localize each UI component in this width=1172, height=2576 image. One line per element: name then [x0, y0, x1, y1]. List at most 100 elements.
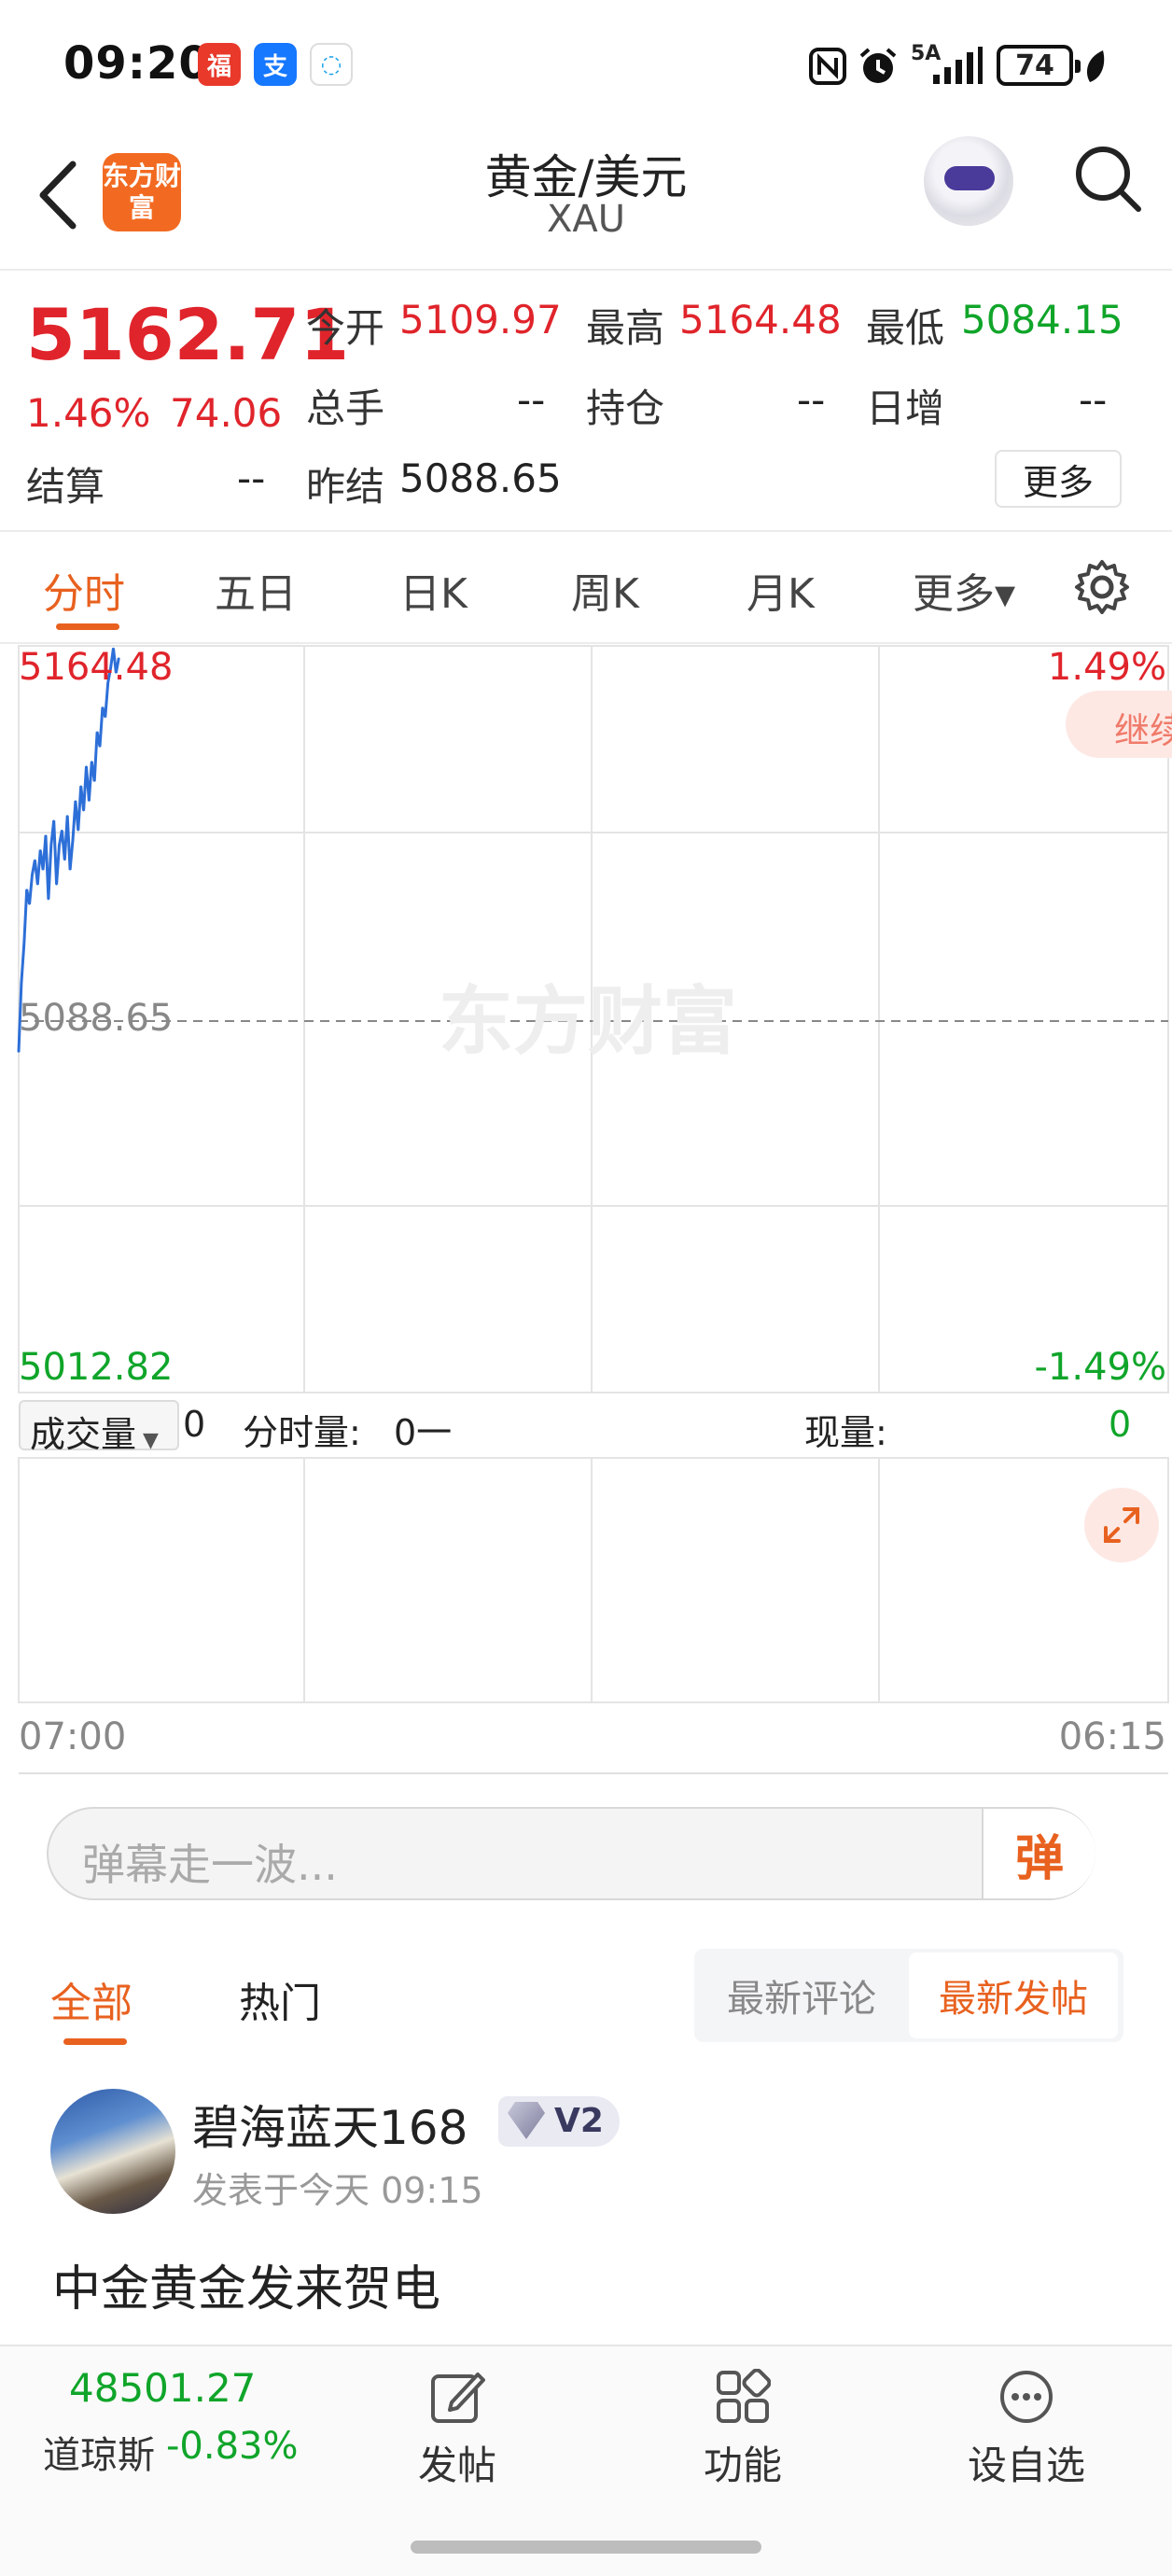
- tick-volume-value: 0一: [394, 1412, 453, 1453]
- home-indicator[interactable]: [411, 2541, 761, 2554]
- post-tab-indicator: [63, 2038, 127, 2045]
- quote-panel: 5162.71 1.46% 74.06 今开 5109.97 最高 5164.4…: [0, 273, 1172, 532]
- chart-settings-gear-icon[interactable]: [1073, 558, 1131, 616]
- tab-daily-k[interactable]: 日K: [399, 560, 467, 620]
- tab-weekly-k[interactable]: 周K: [571, 560, 639, 620]
- price-point: [99, 746, 101, 748]
- high-label: 最高: [586, 305, 665, 351]
- sort-latest-comment[interactable]: 最新评论: [694, 1949, 909, 2042]
- volume-label: 总手: [306, 385, 385, 431]
- post-username[interactable]: 碧海蓝天168: [192, 2091, 467, 2158]
- price-point: [72, 839, 74, 842]
- volume-info-bar: 成交量 ▼ 0 分时量: 0一 现量: 0: [19, 1400, 1166, 1456]
- price-point: [31, 874, 34, 875]
- alarm-icon: [859, 48, 897, 83]
- price-point: [52, 819, 55, 821]
- user-level-badge: V2: [498, 2096, 620, 2147]
- price-point: [28, 903, 31, 905]
- last-price: 5162.71: [26, 293, 350, 376]
- pct-axis-min: -1.49%: [1034, 1346, 1166, 1389]
- price-series-line: [17, 648, 120, 1053]
- tab-five-day[interactable]: 五日: [215, 560, 297, 620]
- daily-increase-label: 日增: [866, 385, 945, 431]
- y-axis-min: 5012.82: [19, 1346, 174, 1389]
- low-label: 最低: [866, 305, 945, 351]
- top-header: 东方财富 黄金/美元 XAU: [0, 131, 1172, 271]
- open-value: 5109.97: [399, 297, 562, 343]
- expand-chart-button[interactable]: [1084, 1488, 1159, 1562]
- current-volume-label: 现量:: [804, 1412, 887, 1453]
- price-point: [45, 834, 47, 836]
- chat-icon: ◌: [310, 43, 353, 86]
- x-axis-end: 06:15: [1058, 1715, 1166, 1758]
- battery-indicator: 74: [997, 45, 1081, 86]
- sort-latest-post[interactable]: 最新发帖: [909, 1953, 1118, 2038]
- danmaku-toggle-button[interactable]: 弹: [982, 1809, 1095, 1898]
- function-button-label: 功能: [703, 2443, 782, 2488]
- tab-monthly-k[interactable]: 月K: [746, 560, 815, 620]
- expand-icon: [1104, 1507, 1139, 1543]
- active-tab-indicator: [56, 623, 119, 630]
- app-notification-icon: 福: [198, 43, 241, 86]
- function-button[interactable]: 功能: [659, 2346, 827, 2505]
- settle-label: 结算: [26, 464, 105, 510]
- user-avatar[interactable]: [50, 2089, 175, 2214]
- price-point: [48, 898, 49, 901]
- price-point: [75, 800, 77, 802]
- post-button[interactable]: 发帖: [373, 2346, 541, 2505]
- leaf-icon: [1086, 50, 1105, 82]
- nfc-icon: [809, 48, 846, 85]
- price-point: [23, 943, 25, 945]
- danmaku-button-label: 弹: [1014, 1830, 1064, 1887]
- search-icon[interactable]: [1073, 144, 1144, 215]
- volume-value: 0: [183, 1404, 206, 1445]
- continue-pill[interactable]: 继续: [1066, 691, 1172, 758]
- y-axis-mid: 5088.65: [19, 997, 174, 1040]
- current-volume-value: 0: [1109, 1404, 1132, 1445]
- price-point: [58, 844, 61, 847]
- price-point: [102, 707, 104, 708]
- intraday-chart[interactable]: 东方财富: [0, 644, 1172, 1783]
- price-point: [79, 785, 82, 787]
- danmaku-placeholder: 弹幕走一波...: [82, 1840, 338, 1890]
- danmaku-input[interactable]: 弹幕走一波... 弹: [47, 1807, 1095, 1900]
- more-quote-button[interactable]: 更多: [995, 450, 1122, 508]
- volume-indicator-select[interactable]: 成交量 ▼: [19, 1400, 179, 1455]
- price-point: [77, 829, 79, 832]
- settle-value: --: [237, 455, 266, 501]
- price-point: [88, 800, 91, 802]
- volume-select-label: 成交量: [30, 1414, 137, 1455]
- add-watchlist-button[interactable]: 设自选: [942, 2346, 1110, 2505]
- tab-hot-posts[interactable]: 热门: [239, 1969, 321, 2029]
- status-bar: 09:20 福 支 ◌ 5A 74: [0, 0, 1172, 131]
- add-watchlist-label: 设自选: [967, 2443, 1085, 2488]
- x-axis-start: 07:00: [19, 1715, 127, 1758]
- signal-icon: [933, 47, 983, 84]
- price-point: [61, 829, 63, 832]
- dow-jones-name: 道琼斯: [43, 2434, 155, 2477]
- tick-volume-label: 分时量:: [243, 1412, 361, 1453]
- tab-intraday[interactable]: 分时: [43, 560, 125, 620]
- price-point: [82, 809, 85, 812]
- price-point: [96, 731, 98, 733]
- status-time: 09:20: [63, 37, 211, 90]
- ai-assistant-avatar[interactable]: [924, 136, 1013, 226]
- sort-segment: 最新评论 最新发帖: [694, 1949, 1123, 2042]
- tab-all-posts[interactable]: 全部: [50, 1969, 133, 2029]
- dow-jones-value: 48501.27: [69, 2365, 257, 2411]
- y-axis-max: 5164.48: [19, 646, 174, 689]
- post-title[interactable]: 中金黄金发来贺电: [52, 2249, 440, 2319]
- prev-settle-value: 5088.65: [399, 455, 562, 501]
- price-point: [50, 844, 52, 847]
- more-dots-icon: [1000, 2371, 1053, 2423]
- post-time: 发表于今天 09:15: [192, 2170, 483, 2211]
- dow-jones-ticker[interactable]: 48501.27 道琼斯 -0.83%: [0, 2346, 299, 2505]
- price-point: [69, 869, 71, 871]
- post-button-label: 发帖: [417, 2443, 496, 2488]
- price-point: [36, 883, 39, 886]
- price-point: [18, 1051, 20, 1053]
- prev-settle-label: 昨结: [306, 464, 385, 510]
- price-point: [66, 815, 68, 817]
- price-point: [93, 780, 95, 782]
- tab-more[interactable]: 更多▾: [913, 560, 1015, 620]
